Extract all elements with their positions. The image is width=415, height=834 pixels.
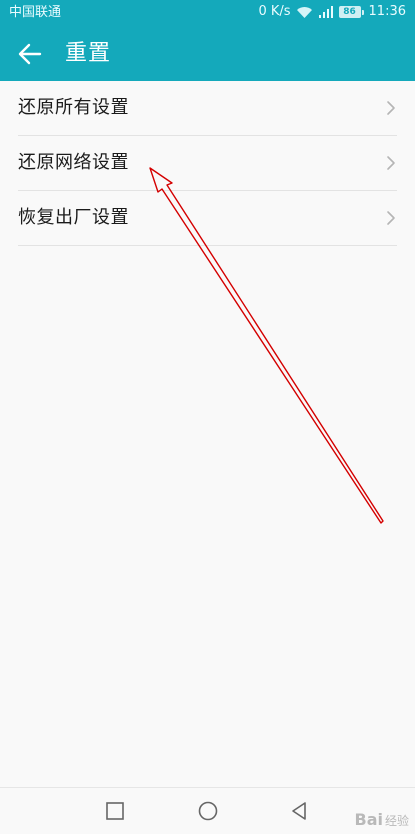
chevron-right-icon [387,211,395,225]
navigation-bar: Bai 经验 [0,787,415,834]
list-item-label: 恢复出厂设置 [18,207,129,228]
app-bar: 重置 [0,26,415,81]
back-arrow-icon[interactable] [14,39,44,69]
chevron-right-icon [387,101,395,115]
wifi-icon [296,6,312,18]
clock: 11:36 [368,4,406,19]
carrier-name: 中国联通 [9,5,62,20]
watermark-suffix: 经验 [384,814,409,828]
signal-icon [318,5,333,18]
reset-network-settings-item[interactable]: 还原网络设置 [18,136,397,191]
page-title: 重置 [65,41,112,66]
chevron-right-icon [387,156,395,170]
recent-apps-button[interactable] [102,798,128,824]
list-item-label: 还原网络设置 [18,152,129,173]
status-indicators: 0 K/s 86 11:36 [258,4,406,20]
battery-tip [361,9,364,15]
watermark-brand: Bai [354,810,383,829]
list-item-label: 还原所有设置 [18,97,129,118]
battery-icon: 86 [338,6,361,18]
watermark: Bai 经验 [355,810,410,829]
back-button[interactable] [287,798,313,824]
status-bar: 中国联通 0 K/s 86 11:36 [0,0,415,26]
factory-reset-item[interactable]: 恢复出厂设置 [18,191,397,246]
reset-options-list: 还原所有设置 还原网络设置 恢复出厂设置 [0,81,415,246]
home-button[interactable] [195,798,221,824]
network-speed: 0 K/s [258,4,291,19]
reset-all-settings-item[interactable]: 还原所有设置 [18,81,397,136]
